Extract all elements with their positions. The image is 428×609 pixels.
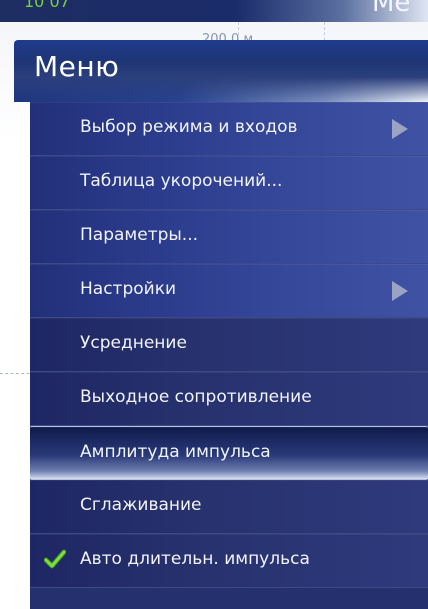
menu-item-label: Выбор режима и входов: [80, 117, 298, 137]
menu-item-label: Настройки: [80, 279, 177, 299]
menu-item-parameters[interactable]: Параметры...: [30, 210, 428, 264]
menu-title: Меню: [34, 50, 120, 83]
menu-item-mode-and-inputs[interactable]: Выбор режима и входов: [30, 102, 428, 156]
menu-item-auto-pulse-width[interactable]: Авто длительн. импульса: [30, 534, 428, 588]
window-title: Ме: [372, 0, 411, 18]
menu-item-label: Сглаживание: [80, 495, 202, 515]
menu-item-averaging[interactable]: Усреднение: [30, 318, 428, 372]
status-value: 10 07: [24, 0, 70, 11]
chevron-right-icon: [392, 281, 408, 301]
menu-item-pulse-amplitude[interactable]: Амплитуда импульса: [30, 426, 428, 480]
menu-item-label: Параметры...: [80, 225, 199, 245]
menu-item-label: Усреднение: [80, 333, 187, 353]
menu-item-label: Амплитуда импульса: [80, 442, 271, 462]
checkmark-icon: [44, 549, 66, 569]
menu-item-output-impedance[interactable]: Выходное сопротивление: [30, 372, 428, 426]
status-bar: 10 07 Ме: [0, 0, 428, 22]
menu-list: Выбор режима и входов Таблица укорочений…: [30, 102, 428, 609]
menu-item-label: Авто длительн. импульса: [80, 549, 310, 569]
menu-item-shortening-table[interactable]: Таблица укорочений...: [30, 156, 428, 210]
menu-item-smoothing[interactable]: Сглаживание: [30, 480, 428, 534]
menu-header: Меню: [14, 40, 428, 102]
menu-item-settings[interactable]: Настройки: [30, 264, 428, 318]
chevron-right-icon: [392, 119, 408, 139]
screen: 10 07 Ме 200,0 м Меню Выбор режима и вхо…: [0, 0, 428, 609]
menu-item-label: Таблица укорочений...: [80, 171, 283, 191]
menu-item-label: Выходное сопротивление: [80, 387, 312, 407]
